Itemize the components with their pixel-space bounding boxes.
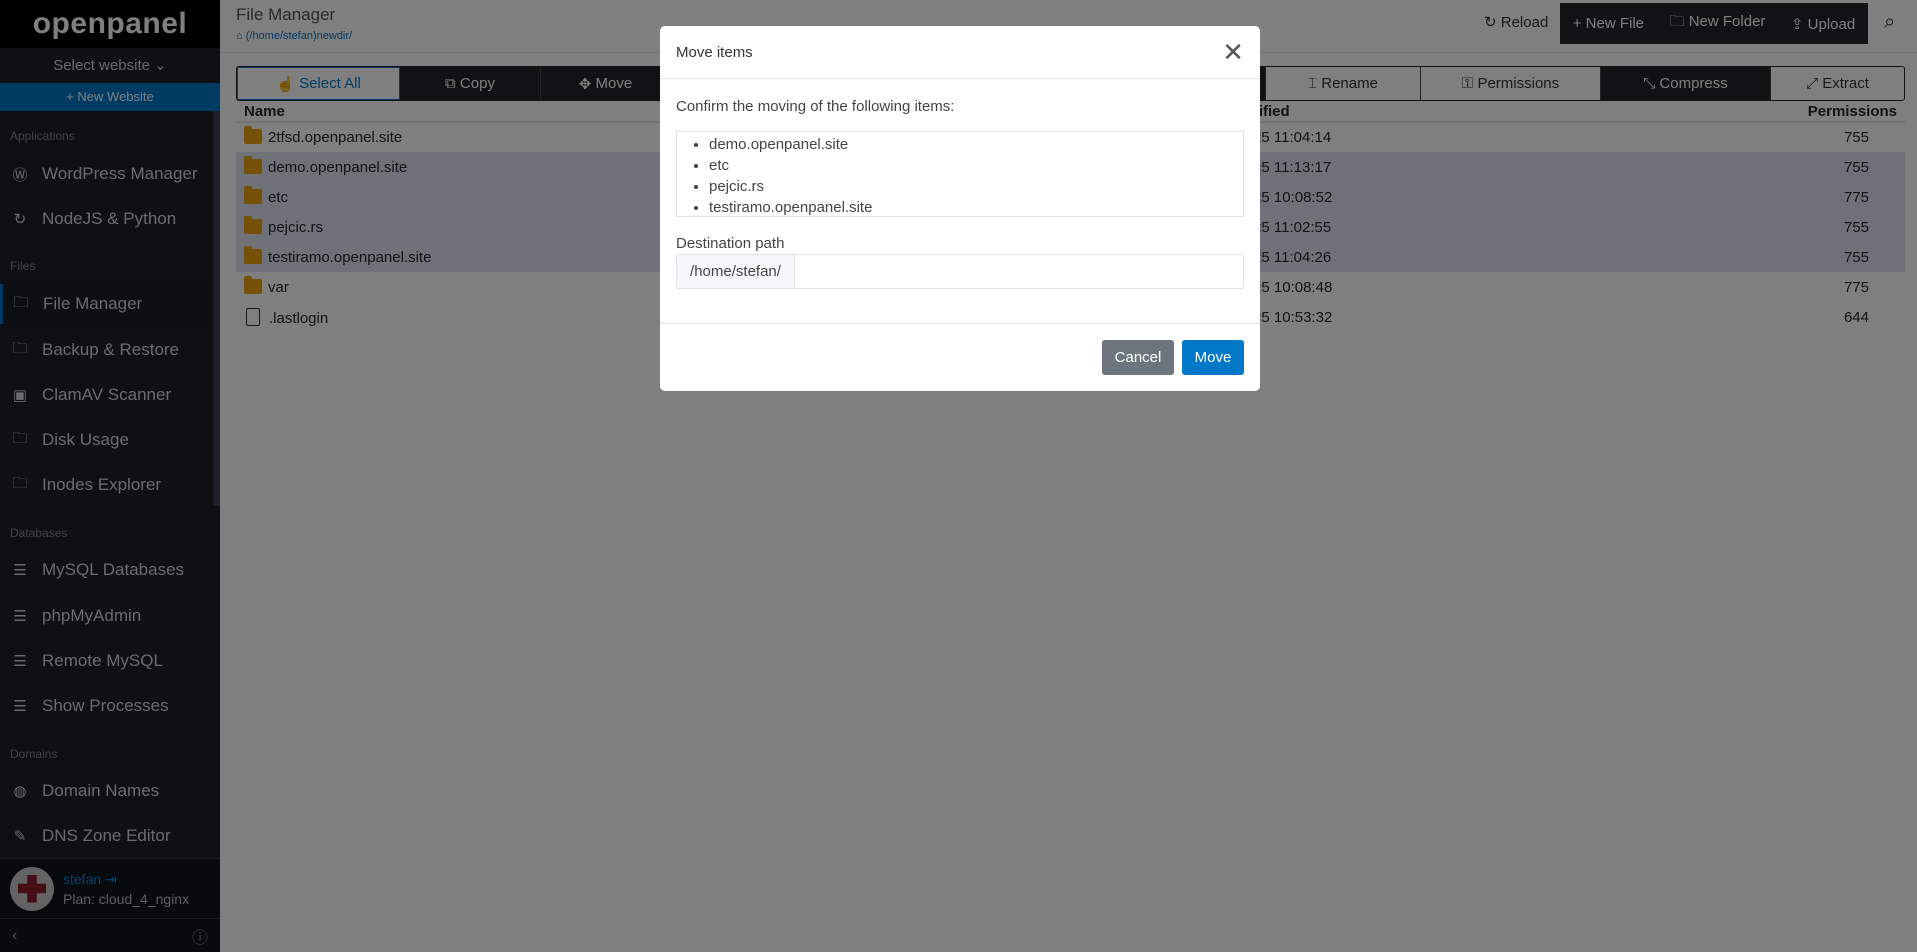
list-item: demo.openpanel.site — [709, 134, 1243, 155]
destination-label: Destination path — [676, 235, 785, 252]
destination-prefix: /home/stefan/ — [677, 255, 795, 288]
dialog-footer: Cancel Move — [660, 323, 1260, 391]
cancel-button[interactable]: Cancel — [1102, 340, 1174, 375]
move-items-dialog: Move items ✕ Confirm the moving of the fo… — [660, 26, 1260, 391]
confirm-text: Confirm the moving of the following item… — [676, 98, 955, 115]
dialog-title: Move items — [676, 43, 753, 61]
destination-path-input[interactable] — [795, 255, 1243, 288]
items-list: demo.openpanel.site etc pejcic.rs testir… — [676, 131, 1244, 217]
list-item: pejcic.rs — [709, 176, 1243, 197]
close-icon[interactable]: ✕ — [1222, 37, 1244, 68]
list-item: testiramo.openpanel.site — [709, 197, 1243, 218]
destination-input-group: /home/stefan/ — [676, 254, 1244, 289]
list-item: etc — [709, 155, 1243, 176]
move-confirm-button[interactable]: Move — [1182, 340, 1244, 375]
